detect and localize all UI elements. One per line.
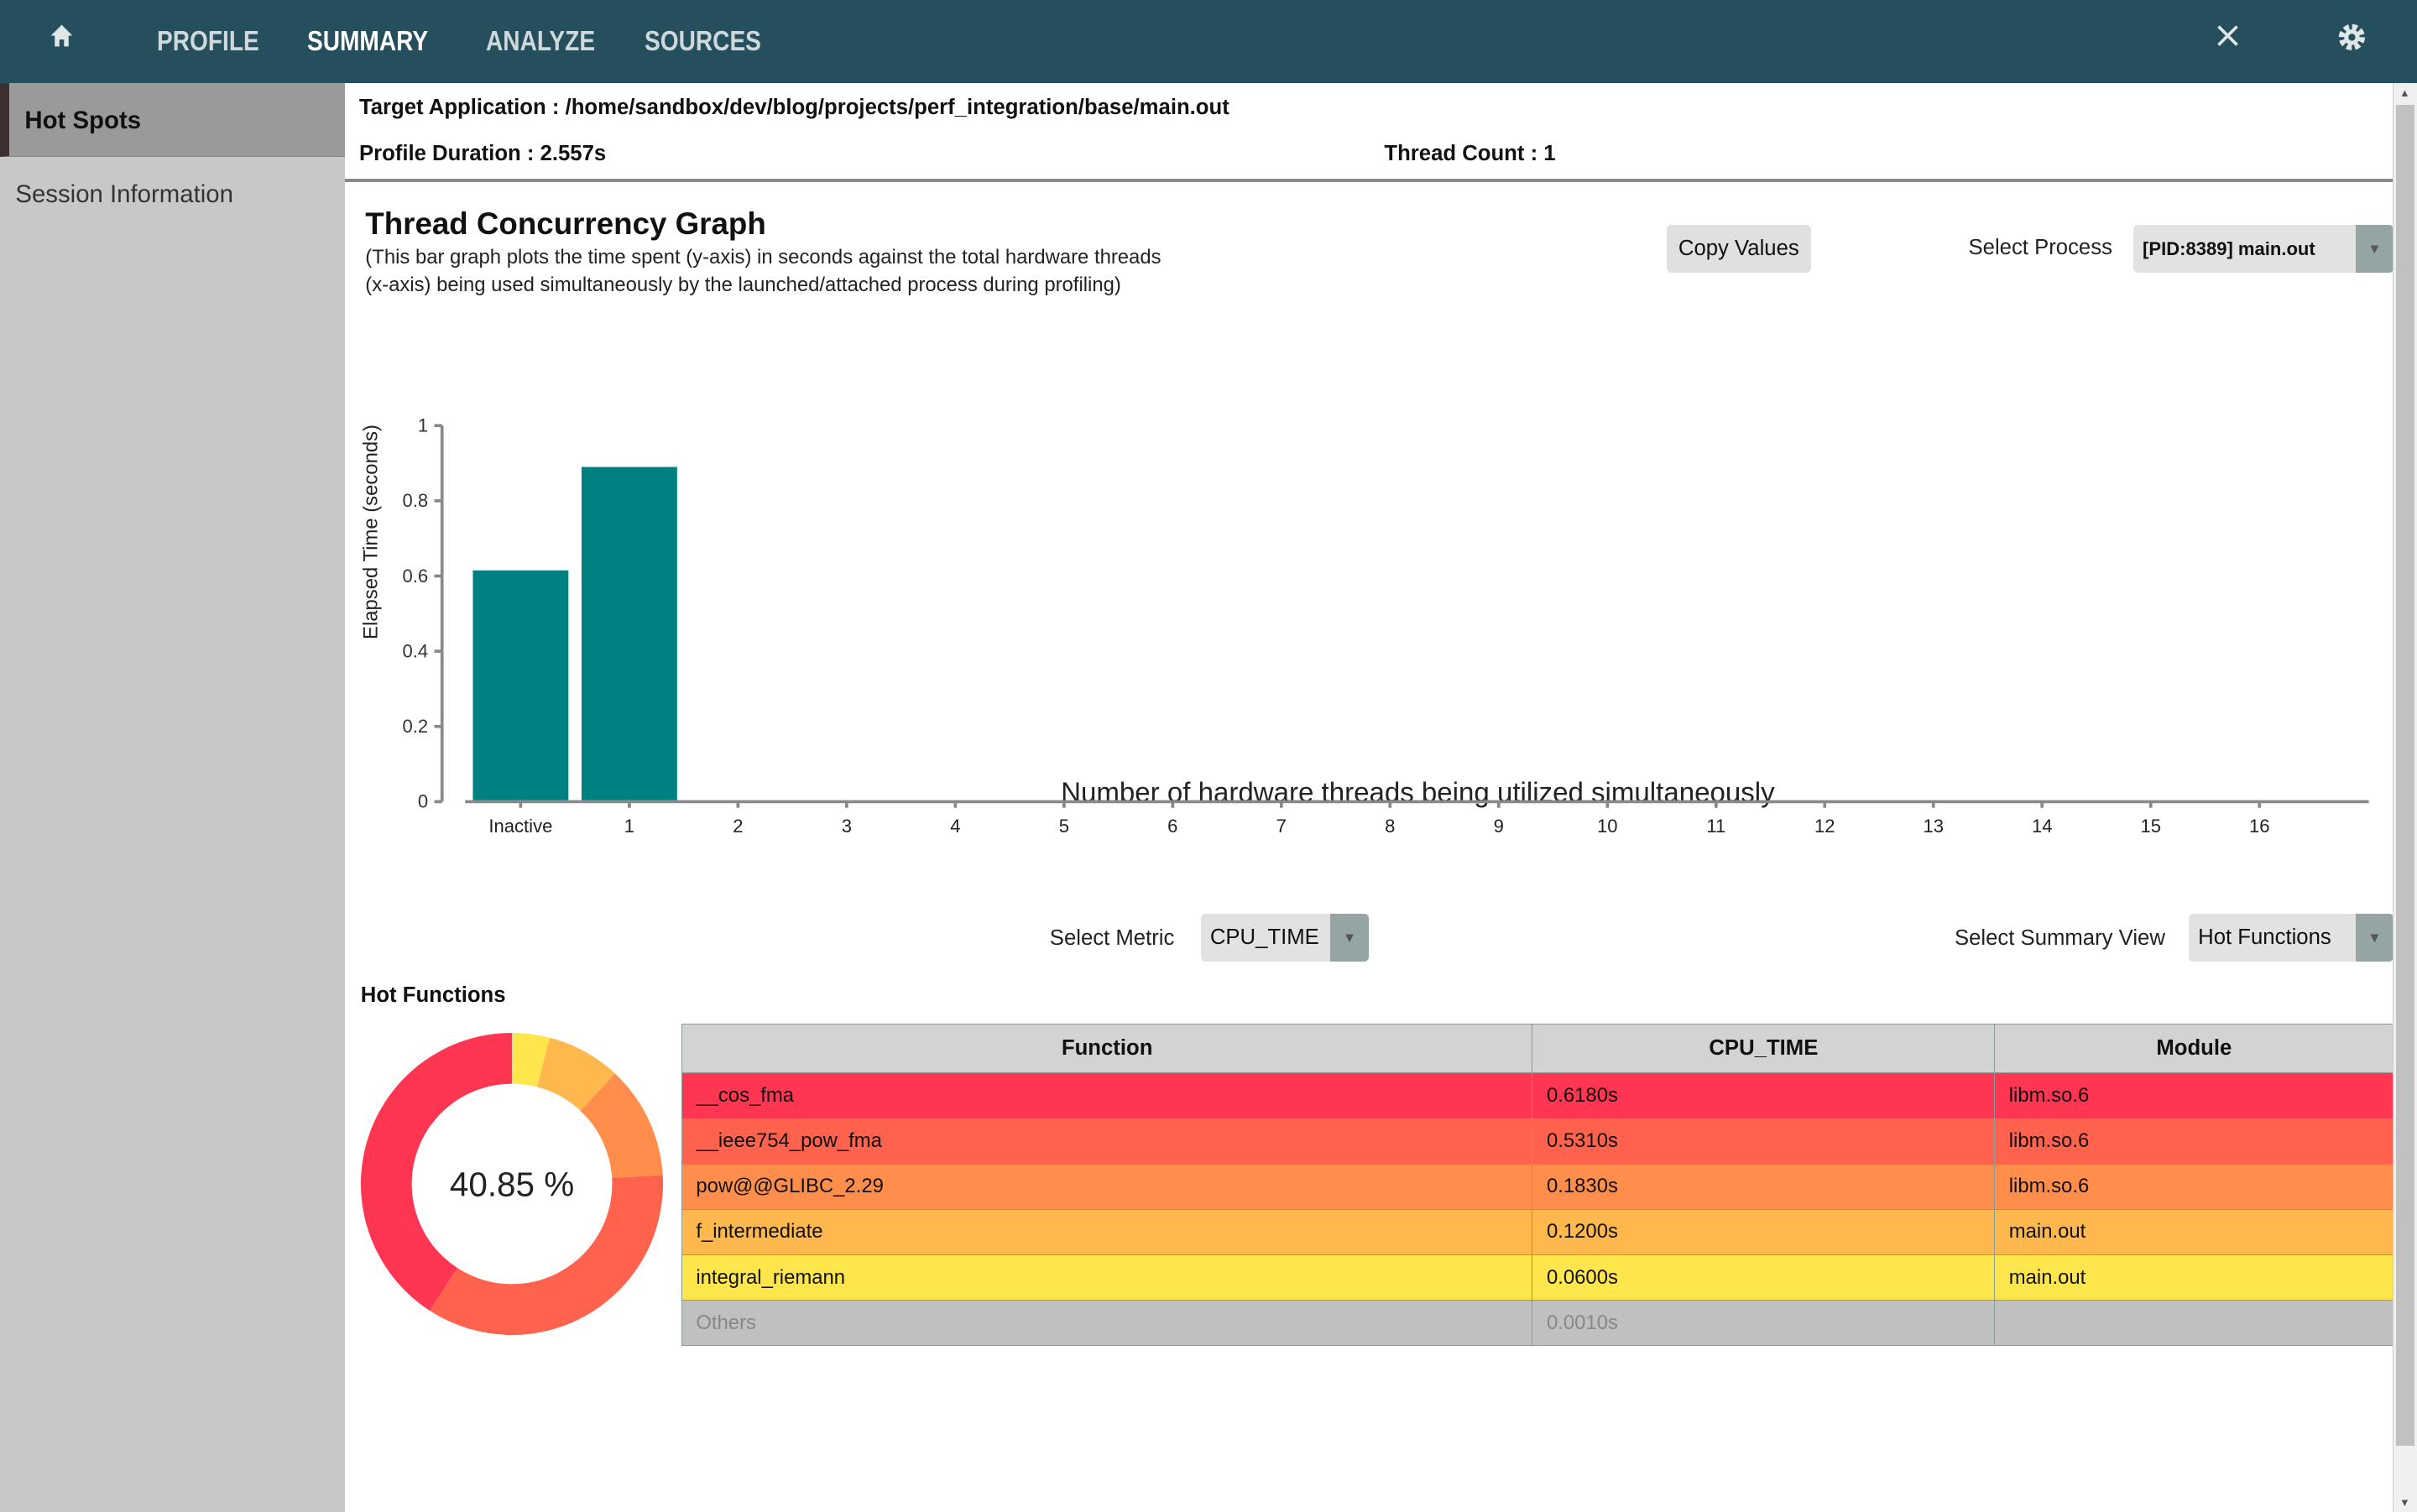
function-cell: f_intermediate [681, 1208, 1533, 1256]
gear-icon[interactable] [2336, 22, 2367, 60]
sidebar: Hot Spots Session Information [0, 83, 346, 1512]
bar-1[interactable] [582, 467, 678, 800]
target-application: Target Application : /home/sandbox/dev/b… [358, 95, 1229, 119]
column-header-module[interactable]: Module [1994, 1023, 2394, 1074]
column-header-cpu-time[interactable]: CPU_TIME [1532, 1023, 1996, 1074]
process-select-value: [PID:8389] main.out [2143, 237, 2315, 259]
function-cell: __ieee754_pow_fma [681, 1118, 1533, 1165]
donut-center-label: 40.85 % [450, 1165, 574, 1203]
process-select[interactable]: [PID:8389] main.out ▼ [2133, 225, 2394, 274]
x-tick-label: 2 [733, 816, 744, 837]
y-tick-label: 0.6 [403, 566, 429, 587]
sidebar-item-hot-spots[interactable]: Hot Spots [0, 83, 346, 158]
description-line: (This bar graph plots the time spent (y-… [365, 246, 1162, 269]
tab-analyze[interactable]: ANALYZE [486, 26, 595, 58]
x-tick-label: 15 [2141, 816, 2162, 837]
x-tick-label: 10 [1597, 816, 1618, 837]
module-cell: libm.so.6 [1994, 1163, 2394, 1210]
app: PROFILE SUMMARY ANALYZE SOURCES Hot Spot… [0, 0, 2417, 1512]
scroll-down-icon[interactable]: ▼ [2399, 1496, 2410, 1509]
cpu-time-cell: 0.0600s [1532, 1254, 1996, 1301]
divider [345, 179, 2393, 182]
concurrency-description: (This bar graph plots the time spent (y-… [365, 243, 1161, 299]
main-panel: Target Application : /home/sandbox/dev/b… [345, 83, 2394, 1512]
x-tick-label: 8 [1386, 816, 1396, 837]
function-cell: Others [681, 1300, 1533, 1347]
cpu-time-cell: 0.0010s [1532, 1300, 1996, 1347]
tab-profile[interactable]: PROFILE [157, 26, 259, 58]
hot-functions-table: Function CPU_TIME Module __cos_fma 0.6180… [681, 1023, 2394, 1347]
y-tick-label: 1 [418, 414, 428, 435]
table-row[interactable]: f_intermediate 0.1200s main.out [681, 1208, 2394, 1256]
y-axis-label: Elapsed Time (seconds) [360, 425, 383, 639]
x-tick-label: 12 [1814, 816, 1835, 837]
cpu-time-cell: 0.1200s [1532, 1208, 1996, 1256]
x-tick-label: 6 [1168, 816, 1178, 837]
function-cell: integral_riemann [681, 1254, 1533, 1301]
copy-values-button[interactable]: Copy Values [1666, 225, 1812, 274]
x-tick-label: 13 [1924, 816, 1945, 837]
select-summary-view-label: Select Summary View [1954, 925, 2165, 950]
y-tick-label: 0 [418, 790, 428, 811]
select-process-label: Select Process [1968, 236, 2112, 259]
table-row[interactable]: __ieee754_pow_fma 0.5310s libm.so.6 [681, 1118, 2394, 1165]
chevron-down-icon[interactable]: ▼ [1330, 914, 1369, 962]
function-cell: __cos_fma [681, 1072, 1533, 1119]
function-cell: pow@@GLIBC_2.29 [681, 1163, 1533, 1210]
table-row[interactable]: integral_riemann 0.0600s main.out [681, 1254, 2394, 1301]
close-icon[interactable] [2214, 22, 2242, 57]
module-cell [1994, 1300, 2394, 1347]
x-tick-label: 5 [1059, 816, 1069, 837]
summary-view-select[interactable]: Hot Functions ▼ [2189, 914, 2394, 962]
hot-functions-title: Hot Functions [360, 983, 506, 1007]
metric-select-value: CPU_TIME [1209, 925, 1319, 950]
column-header-function[interactable]: Function [681, 1023, 1533, 1074]
home-icon[interactable] [48, 22, 76, 57]
x-tick-label: 1 [624, 816, 634, 837]
module-cell: main.out [1994, 1254, 2394, 1301]
concurrency-bar-chart: Elapsed Time (seconds) Number of hardwar… [360, 414, 2370, 837]
cpu-time-cell: 0.5310s [1532, 1118, 1996, 1165]
x-tick-label: 7 [1276, 816, 1287, 837]
scroll-up-icon[interactable]: ▲ [2399, 86, 2410, 99]
tab-sources[interactable]: SOURCES [645, 26, 761, 58]
x-tick-label: 11 [1707, 816, 1726, 837]
module-cell: main.out [1994, 1208, 2394, 1256]
metric-select[interactable]: CPU_TIME ▼ [1200, 914, 1369, 962]
description-line: (x-axis) being used simultaneously by th… [365, 274, 1121, 297]
vertical-scrollbar[interactable]: ▲ ▼ [2392, 83, 2417, 1512]
x-axis-label: Number of hardware threads being utilize… [1062, 777, 1776, 808]
x-tick-label: Inactive [489, 816, 553, 837]
sidebar-item-session-information[interactable]: Session Information [0, 157, 345, 232]
cpu-time-cell: 0.6180s [1532, 1072, 1996, 1119]
table-row[interactable]: __cos_fma 0.6180s libm.so.6 [681, 1072, 2394, 1119]
concurrency-title: Thread Concurrency Graph [365, 206, 766, 242]
chevron-down-icon[interactable]: ▼ [2355, 914, 2394, 962]
thread-count: Thread Count : 1 [1384, 141, 1556, 165]
x-tick-label: 9 [1494, 816, 1504, 837]
cpu-time-cell: 0.1830s [1532, 1163, 1996, 1210]
hot-functions-donut: 40.85 % [360, 1032, 663, 1335]
x-tick-label: 14 [2032, 816, 2053, 837]
table-row[interactable]: Others 0.0010s [681, 1300, 2394, 1347]
summary-view-select-value: Hot Functions [2198, 925, 2331, 950]
top-nav: PROFILE SUMMARY ANALYZE SOURCES [0, 0, 2417, 84]
profile-duration: Profile Duration : 2.557s [358, 141, 607, 165]
y-tick-label: 0.4 [403, 640, 429, 661]
module-cell: libm.so.6 [1994, 1072, 2394, 1119]
x-tick-label: 16 [2249, 816, 2270, 837]
chevron-down-icon[interactable]: ▼ [2355, 225, 2394, 274]
bar-Inactive[interactable] [472, 570, 569, 800]
x-tick-label: 3 [842, 816, 852, 837]
y-tick-label: 0.8 [403, 490, 429, 511]
y-tick-label: 0.2 [403, 716, 429, 737]
scrollbar-thumb[interactable] [2396, 104, 2415, 1446]
tab-summary[interactable]: SUMMARY [307, 26, 428, 58]
x-tick-label: 4 [951, 816, 961, 837]
table-row[interactable]: pow@@GLIBC_2.29 0.1830s libm.so.6 [681, 1163, 2394, 1210]
module-cell: libm.so.6 [1994, 1118, 2394, 1165]
select-metric-label: Select Metric [1049, 925, 1175, 950]
